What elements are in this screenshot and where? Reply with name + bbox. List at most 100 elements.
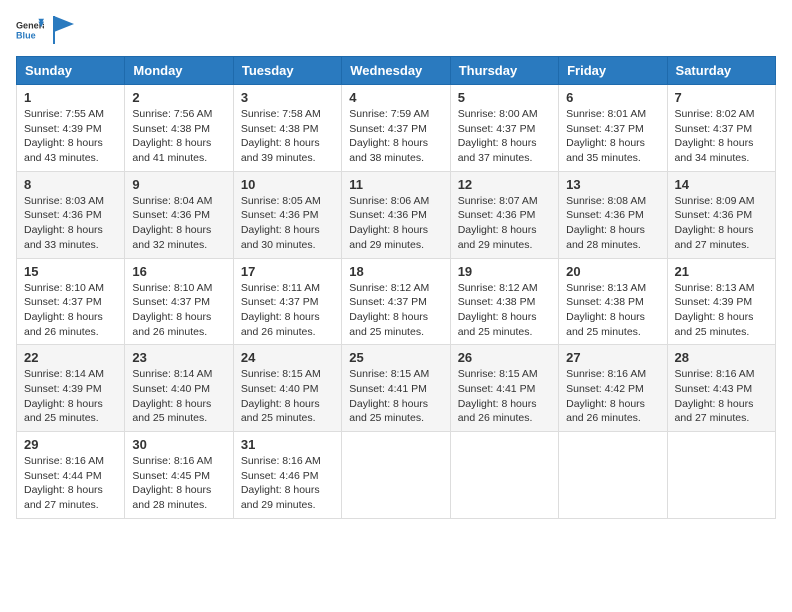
cell-content: Sunrise: 8:15 AMSunset: 4:40 PMDaylight:… — [241, 367, 334, 426]
sunrise-label: Sunrise: 8:14 AM — [24, 368, 104, 380]
sunset-label: Sunset: 4:36 PM — [349, 209, 427, 221]
cell-content: Sunrise: 7:58 AMSunset: 4:38 PMDaylight:… — [241, 107, 334, 166]
logo-icon: General Blue — [16, 16, 44, 44]
calendar-week-row: 1Sunrise: 7:55 AMSunset: 4:39 PMDaylight… — [17, 85, 776, 172]
calendar-cell: 11Sunrise: 8:06 AMSunset: 4:36 PMDayligh… — [342, 171, 450, 258]
sunset-label: Sunset: 4:41 PM — [458, 383, 536, 395]
day-number: 16 — [132, 264, 225, 279]
sunset-label: Sunset: 4:44 PM — [24, 470, 102, 482]
logo-flag-icon — [52, 16, 74, 44]
sunrise-label: Sunrise: 8:16 AM — [566, 368, 646, 380]
calendar-table: SundayMondayTuesdayWednesdayThursdayFrid… — [16, 56, 776, 519]
sunrise-label: Sunrise: 8:16 AM — [24, 455, 104, 467]
calendar-cell: 2Sunrise: 7:56 AMSunset: 4:38 PMDaylight… — [125, 85, 233, 172]
sunset-label: Sunset: 4:40 PM — [241, 383, 319, 395]
sunset-label: Sunset: 4:37 PM — [132, 296, 210, 308]
calendar-cell: 15Sunrise: 8:10 AMSunset: 4:37 PMDayligh… — [17, 258, 125, 345]
sunset-label: Sunset: 4:42 PM — [566, 383, 644, 395]
sunset-label: Sunset: 4:37 PM — [458, 123, 536, 135]
calendar-cell: 31Sunrise: 8:16 AMSunset: 4:46 PMDayligh… — [233, 432, 341, 519]
calendar-cell: 19Sunrise: 8:12 AMSunset: 4:38 PMDayligh… — [450, 258, 558, 345]
daylight-label: Daylight: 8 hours and 32 minutes. — [132, 224, 211, 251]
sunrise-label: Sunrise: 8:14 AM — [132, 368, 212, 380]
daylight-label: Daylight: 8 hours and 25 minutes. — [349, 311, 428, 338]
calendar-cell: 16 Sunrise: 8:10 AMSunset: 4:37 PMDayligh… — [125, 258, 233, 345]
sunset-label: Sunset: 4:37 PM — [241, 296, 319, 308]
sunset-label: Sunset: 4:37 PM — [675, 123, 753, 135]
cell-content: Sunrise: 8:09 AMSunset: 4:36 PMDaylight:… — [675, 194, 768, 253]
day-number: 26 — [458, 350, 551, 365]
calendar-cell: 30Sunrise: 8:16 AMSunset: 4:45 PMDayligh… — [125, 432, 233, 519]
calendar-cell: 22Sunrise: 8:14 AMSunset: 4:39 PMDayligh… — [17, 345, 125, 432]
calendar-cell: 29Sunrise: 8:16 AMSunset: 4:44 PMDayligh… — [17, 432, 125, 519]
day-number: 10 — [241, 177, 334, 192]
calendar-cell: 12Sunrise: 8:07 AMSunset: 4:36 PMDayligh… — [450, 171, 558, 258]
calendar-cell: 5Sunrise: 8:00 AMSunset: 4:37 PMDaylight… — [450, 85, 558, 172]
calendar-cell: 3Sunrise: 7:58 AMSunset: 4:38 PMDaylight… — [233, 85, 341, 172]
calendar-cell: 26 Sunrise: 8:15 AMSunset: 4:41 PMDayligh… — [450, 345, 558, 432]
cell-content: Sunrise: 8:08 AMSunset: 4:36 PMDaylight:… — [566, 194, 659, 253]
logo: General Blue — [16, 16, 74, 44]
daylight-label: Daylight: 8 hours and 28 minutes. — [132, 484, 211, 511]
sunrise-label: Sunrise: 8:07 AM — [458, 195, 538, 207]
daylight-label: Daylight: 8 hours and 25 minutes. — [24, 398, 103, 425]
day-number: 13 — [566, 177, 659, 192]
calendar-header-row: SundayMondayTuesdayWednesdayThursdayFrid… — [17, 57, 776, 85]
calendar-week-row: 29Sunrise: 8:16 AMSunset: 4:44 PMDayligh… — [17, 432, 776, 519]
calendar-cell: 24Sunrise: 8:15 AMSunset: 4:40 PMDayligh… — [233, 345, 341, 432]
cell-content: Sunrise: 8:14 AM Sunset: 4:40 PM Daylight:… — [132, 367, 225, 426]
page-header: General Blue — [16, 16, 776, 44]
calendar-cell: 1Sunrise: 7:55 AMSunset: 4:39 PMDaylight… — [17, 85, 125, 172]
calendar-cell: 14Sunrise: 8:09 AMSunset: 4:36 PMDayligh… — [667, 171, 775, 258]
cell-content: Sunrise: 8:05 AMSunset: 4:36 PMDaylight:… — [241, 194, 334, 253]
daylight-label: Daylight: 8 hours and 29 minutes. — [241, 484, 320, 511]
sunrise-label: Sunrise: 8:04 AM — [132, 195, 212, 207]
daylight-label: Daylight: 8 hours and 27 minutes. — [675, 224, 754, 251]
daylight-label: Daylight: 8 hours and 30 minutes. — [241, 224, 320, 251]
calendar-cell: 10 Sunrise: 8:05 AMSunset: 4:36 PMDayligh… — [233, 171, 341, 258]
cell-content: Sunrise: 8:12 AMSunset: 4:37 PMDaylight:… — [349, 281, 442, 340]
cell-content: Sunrise: 8:13 AMSunset: 4:39 PMDaylight:… — [675, 281, 768, 340]
calendar-cell — [667, 432, 775, 519]
cell-content: Sunrise: 8:03 AMSunset: 4:36 PMDaylight:… — [24, 194, 117, 253]
day-of-week-header: Tuesday — [233, 57, 341, 85]
sunrise-label: Sunrise: 7:56 AM — [132, 108, 212, 120]
calendar-week-row: 22Sunrise: 8:14 AMSunset: 4:39 PMDayligh… — [17, 345, 776, 432]
cell-content: Sunrise: 8:10 AMSunset: 4:37 PMDaylight:… — [132, 281, 225, 340]
sunrise-label: Sunrise: 8:00 AM — [458, 108, 538, 120]
sunrise-label: Sunrise: 8:12 AM — [349, 282, 429, 294]
day-number: 23 — [132, 350, 225, 365]
cell-content: Sunrise: 8:07 AMSunset: 4:36 PMDaylight:… — [458, 194, 551, 253]
cell-content: Sunrise: 8:14 AMSunset: 4:39 PMDaylight:… — [24, 367, 117, 426]
sunrise-label: Sunrise: 8:02 AM — [675, 108, 755, 120]
sunset-label: Sunset: 4:37 PM — [566, 123, 644, 135]
calendar-cell: 9Sunrise: 8:04 AMSunset: 4:36 PMDaylight… — [125, 171, 233, 258]
daylight-label: Daylight: 8 hours and 25 minutes. — [566, 311, 645, 338]
day-number: 19 — [458, 264, 551, 279]
sunset-label: Sunset: 4:40 PM — [132, 383, 210, 395]
sunset-label: Sunset: 4:39 PM — [24, 123, 102, 135]
daylight-label: Daylight: 8 hours and 35 minutes. — [566, 137, 645, 164]
sunset-label: Sunset: 4:37 PM — [24, 296, 102, 308]
cell-content: Sunrise: 8:15 AMSunset: 4:41 PMDaylight:… — [458, 367, 551, 426]
cell-content: Sunrise: 8:04 AMSunset: 4:36 PMDaylight:… — [132, 194, 225, 253]
daylight-label: Daylight: 8 hours and 25 minutes. — [675, 311, 754, 338]
calendar-cell: 20Sunrise: 8:13 AMSunset: 4:38 PMDayligh… — [559, 258, 667, 345]
svg-text:Blue: Blue — [16, 30, 36, 40]
sunrise-label: Sunrise: 8:13 AM — [566, 282, 646, 294]
daylight-label: Daylight: 8 hours and 37 minutes. — [458, 137, 537, 164]
sunset-label: Sunset: 4:38 PM — [566, 296, 644, 308]
calendar-cell: 18Sunrise: 8:12 AMSunset: 4:37 PMDayligh… — [342, 258, 450, 345]
daylight-label: Daylight: 8 hours and 27 minutes. — [675, 398, 754, 425]
daylight-label: Daylight: 8 hours and 25 minutes. — [458, 311, 537, 338]
calendar-cell: 13 Sunrise: 8:08 AMSunset: 4:36 PMDayligh… — [559, 171, 667, 258]
calendar-cell: 7Sunrise: 8:02 AMSunset: 4:37 PMDaylight… — [667, 85, 775, 172]
cell-content: Sunrise: 8:00 AM Sunset: 4:37 PM Daylight:… — [458, 107, 551, 166]
sunrise-label: Sunrise: 8:05 AM — [241, 195, 321, 207]
day-number: 25 — [349, 350, 442, 365]
daylight-label: Daylight: 8 hours and 25 minutes. — [132, 398, 211, 425]
cell-content: Sunrise: 8:06 AMSunset: 4:36 PMDaylight:… — [349, 194, 442, 253]
sunrise-label: Sunrise: 8:16 AM — [132, 455, 212, 467]
sunrise-label: Sunrise: 8:15 AM — [241, 368, 321, 380]
sunset-label: Sunset: 4:36 PM — [675, 209, 753, 221]
